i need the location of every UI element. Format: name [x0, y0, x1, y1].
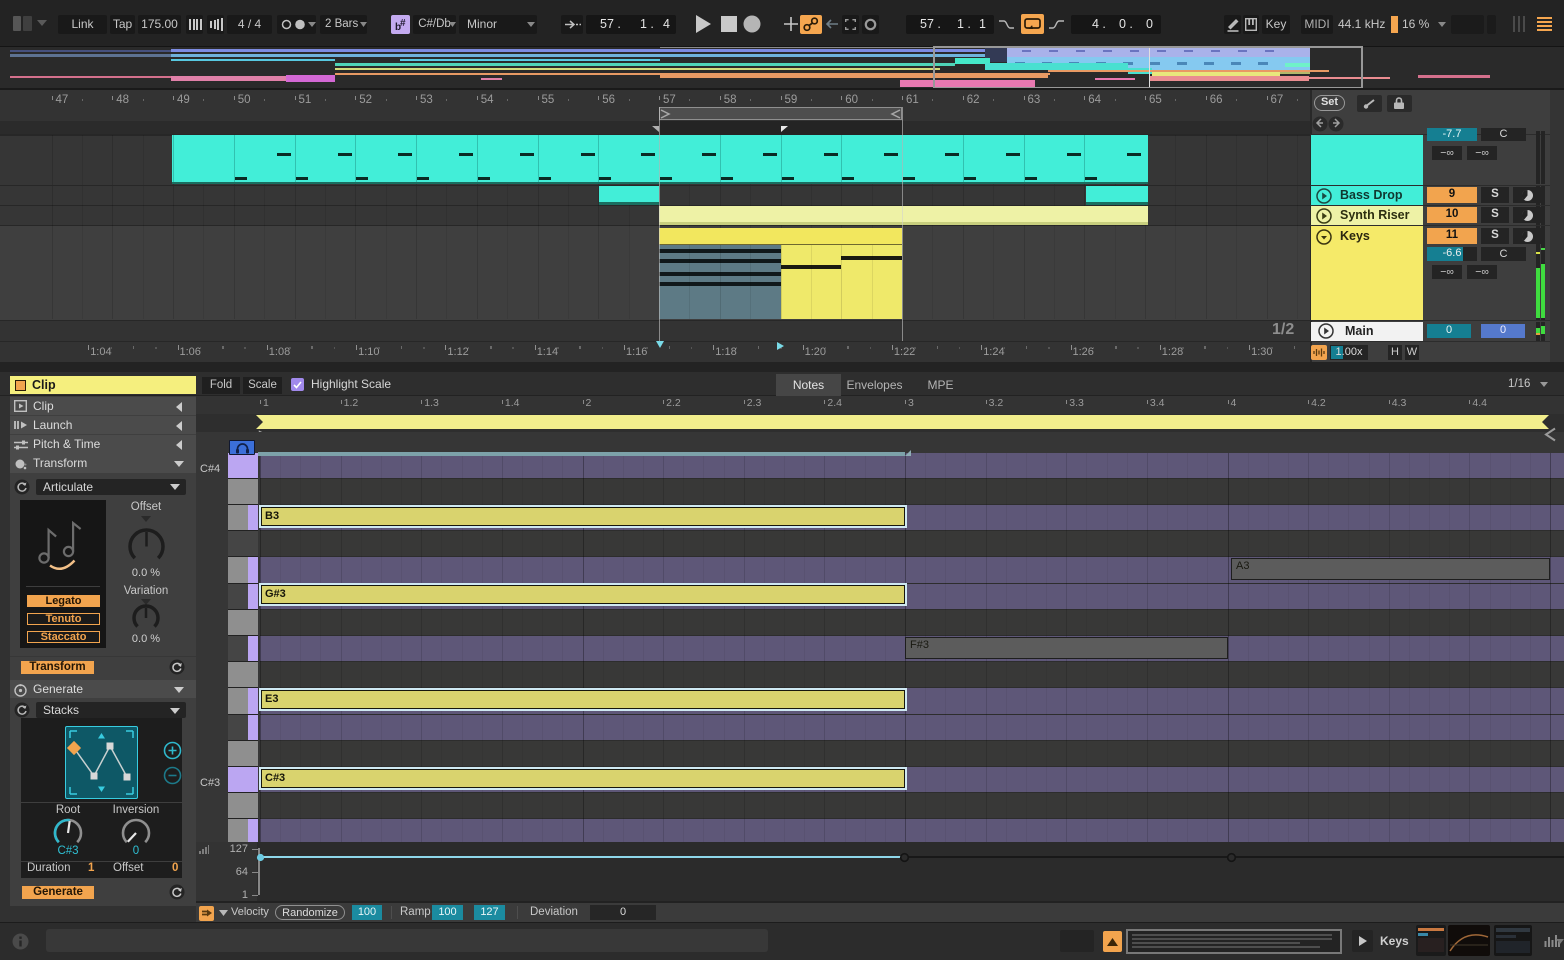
- svg-text:#: #: [400, 18, 406, 29]
